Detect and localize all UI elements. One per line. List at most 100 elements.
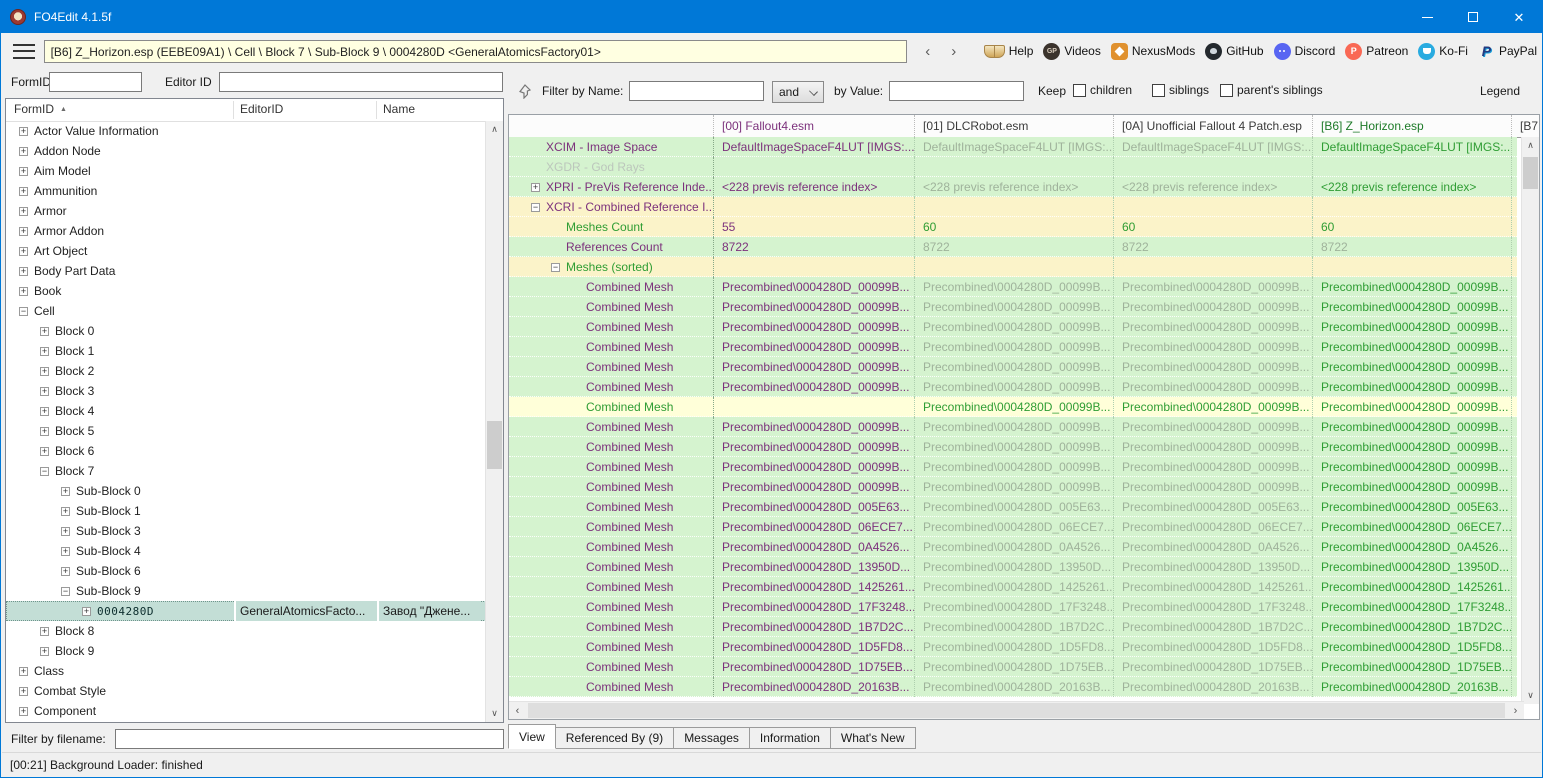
tree-column-editorid[interactable]: EditorID bbox=[240, 102, 283, 116]
tree-item-selected[interactable]: +0004280DGeneralAtomicsFacto...Завод "Дж… bbox=[6, 601, 486, 621]
grid-cell[interactable]: Precombined\0004280D_20163B... bbox=[1114, 677, 1313, 697]
grid-cell[interactable]: Precombined\0004280D_13950D... bbox=[1114, 557, 1313, 577]
grid-cell[interactable]: Precombined\0004280D_1425261... bbox=[714, 577, 915, 597]
tree-item[interactable]: +Combat Style bbox=[6, 681, 486, 701]
grid-column-plugin[interactable]: [B7 bbox=[1512, 115, 1539, 137]
grid-cell[interactable]: Precombined\0004280D_00099B... bbox=[1313, 297, 1512, 317]
grid-cell[interactable]: Precombined\0004280D_00099B... bbox=[714, 357, 915, 377]
formid-input[interactable] bbox=[49, 72, 142, 92]
filter-name-input[interactable] bbox=[629, 81, 764, 101]
grid-cell[interactable]: Precombined\0004280D_00099B... bbox=[1114, 437, 1313, 457]
tree-item[interactable]: +Block 1 bbox=[6, 341, 486, 361]
grid-cell[interactable]: Precombined\0004280D_1B7D2C... bbox=[915, 617, 1114, 637]
grid-row[interactable]: Combined MeshPrecombined\0004280D_13950D… bbox=[509, 557, 1517, 577]
grid-cell[interactable]: Precombined\0004280D_00099B... bbox=[714, 337, 915, 357]
grid-cell[interactable]: Precombined\0004280D_005E63... bbox=[714, 497, 915, 517]
grid-cell[interactable]: Precombined\0004280D_00099B... bbox=[1114, 417, 1313, 437]
grid-cell[interactable]: Precombined\0004280D_00099B... bbox=[1313, 457, 1512, 477]
grid-cell[interactable]: Precombined\0004280D_00099B... bbox=[1114, 297, 1313, 317]
expand-icon[interactable]: + bbox=[61, 527, 70, 536]
grid-cell[interactable]: Precombined\0004280D_00099B... bbox=[915, 277, 1114, 297]
expand-icon[interactable]: + bbox=[40, 347, 49, 356]
grid-cell[interactable]: Precombined\0004280D_20163B... bbox=[1313, 677, 1512, 697]
tree-item[interactable]: +Block 4 bbox=[6, 401, 486, 421]
grid-cell[interactable]: Precombined\0004280D_00099B... bbox=[1114, 397, 1313, 417]
expand-icon[interactable]: + bbox=[40, 367, 49, 376]
grid-cell[interactable]: Precombined\0004280D_0A4526... bbox=[714, 537, 915, 557]
grid-cell[interactable]: Precombined\0004280D_00099B... bbox=[915, 377, 1114, 397]
expand-icon[interactable]: + bbox=[40, 447, 49, 456]
grid-cell[interactable]: 55 bbox=[714, 217, 915, 237]
grid-cell[interactable]: Precombined\0004280D_00099B... bbox=[1313, 417, 1512, 437]
tree-item[interactable]: −Sub-Block 9 bbox=[6, 581, 486, 601]
tree-scrollbar[interactable]: ∧ ∨ bbox=[485, 121, 503, 722]
maximize-button[interactable] bbox=[1450, 1, 1496, 33]
grid-cell[interactable]: Precombined\0004280D_20163B... bbox=[915, 677, 1114, 697]
grid-cell[interactable]: Precombined\0004280D_00099B... bbox=[915, 477, 1114, 497]
expand-icon[interactable]: + bbox=[19, 227, 28, 236]
tree-column-name[interactable]: Name bbox=[383, 102, 415, 116]
grid-cell[interactable]: Precombined\0004280D_00099B... bbox=[915, 417, 1114, 437]
pin-icon[interactable] bbox=[518, 84, 531, 99]
grid-cell[interactable]: Precombined\0004280D_00099B... bbox=[714, 457, 915, 477]
grid-cell[interactable]: Precombined\0004280D_1D5FD8... bbox=[1313, 637, 1512, 657]
expand-icon[interactable]: + bbox=[40, 407, 49, 416]
expand-icon[interactable]: + bbox=[40, 387, 49, 396]
grid-hscrollbar-thumb[interactable] bbox=[528, 703, 1505, 718]
toolbar-link-discord[interactable]: Discord bbox=[1269, 43, 1341, 60]
grid-cell[interactable]: Precombined\0004280D_1D75EB... bbox=[1313, 657, 1512, 677]
tree-item[interactable]: +Component bbox=[6, 701, 486, 721]
tree-item[interactable]: −Block 7 bbox=[6, 461, 486, 481]
collapse-icon[interactable]: − bbox=[40, 467, 49, 476]
grid-cell[interactable]: Precombined\0004280D_00099B... bbox=[714, 277, 915, 297]
toolbar-link-paypal[interactable]: PPayPal bbox=[1473, 43, 1542, 60]
expand-icon[interactable]: + bbox=[61, 547, 70, 556]
grid-row[interactable]: XCIM - Image SpaceDefaultImageSpaceF4LUT… bbox=[509, 137, 1517, 157]
tree-item[interactable]: +Ammunition bbox=[6, 181, 486, 201]
grid-cell[interactable]: Precombined\0004280D_17F3248... bbox=[915, 597, 1114, 617]
expand-icon[interactable]: + bbox=[19, 707, 28, 716]
tree-item[interactable]: −Cell bbox=[6, 301, 486, 321]
grid-cell[interactable] bbox=[1313, 197, 1512, 217]
expand-icon[interactable]: + bbox=[19, 287, 28, 296]
expand-icon[interactable]: + bbox=[40, 427, 49, 436]
grid-cell[interactable]: Precombined\0004280D_005E63... bbox=[1313, 497, 1512, 517]
grid-cell[interactable]: Precombined\0004280D_1425261... bbox=[1313, 577, 1512, 597]
grid-cell[interactable]: 60 bbox=[1114, 217, 1313, 237]
grid-cell[interactable] bbox=[915, 257, 1114, 277]
grid-cell[interactable] bbox=[915, 197, 1114, 217]
grid-row[interactable]: Combined MeshPrecombined\0004280D_00099B… bbox=[509, 477, 1517, 497]
grid-cell[interactable]: Precombined\0004280D_00099B... bbox=[714, 297, 915, 317]
grid-cell[interactable]: Precombined\0004280D_13950D... bbox=[915, 557, 1114, 577]
collapse-icon[interactable]: − bbox=[531, 203, 540, 212]
tab-what-s-new[interactable]: What's New bbox=[831, 727, 916, 749]
back-button[interactable]: ‹ bbox=[915, 39, 941, 63]
expand-icon[interactable]: + bbox=[61, 507, 70, 516]
legend-link[interactable]: Legend bbox=[1480, 84, 1520, 98]
grid-cell[interactable]: 60 bbox=[915, 217, 1114, 237]
expand-icon[interactable]: + bbox=[19, 247, 28, 256]
grid-cell[interactable]: Precombined\0004280D_00099B... bbox=[1313, 317, 1512, 337]
tree-item[interactable]: +Sub-Block 1 bbox=[6, 501, 486, 521]
grid-row[interactable]: Combined MeshPrecombined\0004280D_00099B… bbox=[509, 397, 1517, 417]
grid-cell[interactable]: Precombined\0004280D_06ECE7... bbox=[1114, 517, 1313, 537]
grid-cell[interactable]: Precombined\0004280D_17F3248... bbox=[1313, 597, 1512, 617]
grid-horizontal-scrollbar[interactable]: ‹ › bbox=[509, 701, 1524, 719]
grid-cell[interactable]: <228 previs reference index> bbox=[714, 177, 915, 197]
grid-cell[interactable]: Precombined\0004280D_00099B... bbox=[1114, 377, 1313, 397]
grid-cell[interactable]: Precombined\0004280D_00099B... bbox=[915, 397, 1114, 417]
grid-cell[interactable]: Precombined\0004280D_00099B... bbox=[1313, 277, 1512, 297]
grid-cell[interactable]: 8722 bbox=[714, 237, 915, 257]
tab-view[interactable]: View bbox=[508, 724, 556, 749]
grid-cell[interactable] bbox=[714, 257, 915, 277]
expand-icon[interactable]: + bbox=[19, 147, 28, 156]
grid-cell[interactable]: Precombined\0004280D_00099B... bbox=[714, 317, 915, 337]
menu-button[interactable] bbox=[13, 44, 35, 59]
grid-column-plugin[interactable]: [00] Fallout4.esm bbox=[714, 115, 915, 137]
filename-filter-input[interactable] bbox=[115, 729, 504, 749]
tree-item[interactable]: +Armor Addon bbox=[6, 221, 486, 241]
grid-cell[interactable] bbox=[1313, 257, 1512, 277]
grid-vertical-scrollbar[interactable]: ∧ ∨ bbox=[1521, 137, 1539, 704]
grid-cell[interactable]: Precombined\0004280D_0A4526... bbox=[915, 537, 1114, 557]
grid-cell[interactable]: DefaultImageSpaceF4LUT [IMGS:... bbox=[1313, 137, 1512, 157]
